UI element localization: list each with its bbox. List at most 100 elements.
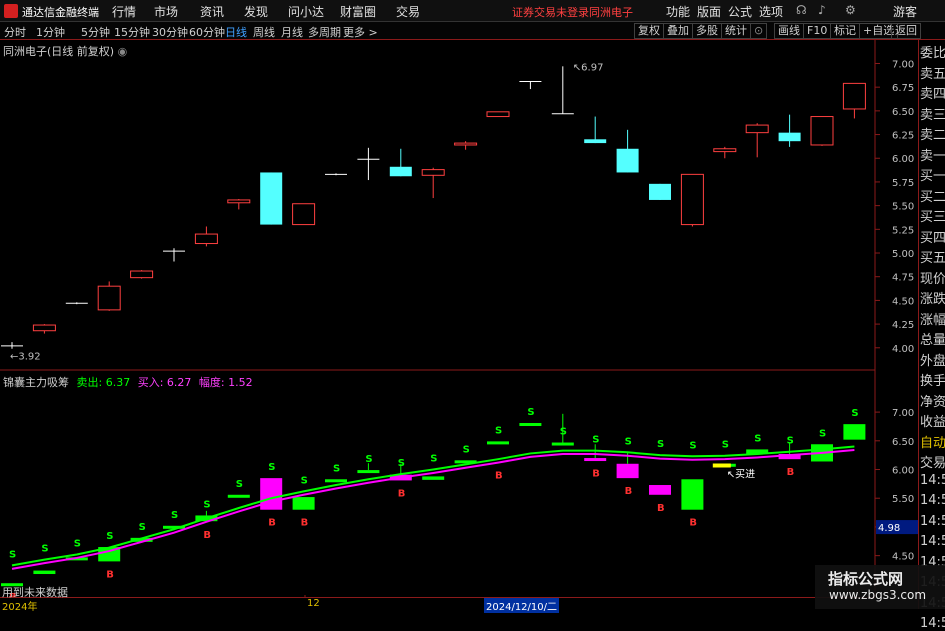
sell-signal-label: S (560, 427, 567, 438)
side-panel-item[interactable]: 涨幅 (920, 309, 945, 328)
menu-market[interactable]: 行情 (112, 3, 136, 20)
menu-assistant[interactable]: 问小达 (288, 3, 324, 20)
sell-signal-label: S (41, 544, 48, 555)
buy-signal-label: B (689, 518, 697, 529)
tool-mark[interactable]: 标记 (830, 23, 860, 39)
buy-signal-label: B (398, 488, 406, 499)
sell-signal-label: S (398, 458, 405, 469)
period-monthly[interactable]: 月线 (281, 24, 303, 40)
sell-signal-label: S (625, 436, 632, 447)
y-tick-label: 5.50 (892, 202, 914, 213)
side-panel-item[interactable]: 收益 (920, 411, 945, 430)
side-panel-item[interactable]: 14:56 (920, 616, 945, 631)
side-panel-item[interactable]: 现价 (920, 268, 945, 287)
date-cursor-label: 2024/12/10/二 (484, 598, 560, 613)
dropdown-icon[interactable]: ◉ (118, 45, 128, 58)
tool-multi-stock[interactable]: 多股 (692, 23, 722, 39)
signal-bar (519, 423, 542, 427)
menu-wealth[interactable]: 财富圈 (340, 3, 376, 20)
tool-overlay[interactable]: 叠加 (663, 23, 693, 39)
side-panel-item[interactable]: 买四 (920, 227, 945, 246)
min-price-label: ←3.92 (10, 351, 41, 362)
side-panel-item[interactable]: 卖一 (920, 145, 945, 164)
y-tick-label: 6.50 (892, 107, 914, 118)
period-bar: 分时 1分钟 5分钟 15分钟 30分钟 60分钟 日线 周线 月线 多周期 更… (0, 22, 945, 40)
period-daily[interactable]: 日线 (225, 24, 247, 40)
login-warning[interactable]: 证券交易未登录 (512, 4, 589, 20)
period-15min[interactable]: 15分钟 (114, 24, 150, 40)
candle-body (130, 270, 154, 279)
side-panel-item[interactable]: 14:56 (920, 473, 945, 488)
tool-stats[interactable]: 统计 (721, 23, 751, 39)
settings-icon[interactable]: ⚙ (845, 3, 856, 17)
candle-body (194, 233, 218, 245)
candle-body (584, 139, 607, 144)
menu-discover[interactable]: 发现 (244, 3, 268, 20)
period-multi[interactable]: 多周期 (308, 24, 341, 40)
candle-body (842, 82, 866, 110)
period-60min[interactable]: 60分钟 (189, 24, 225, 40)
side-panel-item[interactable]: 外盘 (920, 350, 945, 369)
date-axis: 用到未来数据 2024年 12 2024/12/10/二 (0, 586, 875, 613)
side-panel-item[interactable]: 卖四 (920, 83, 945, 102)
side-panel-item[interactable]: 交易 (920, 452, 945, 471)
sell-signal-label: S (592, 435, 599, 446)
period-30min[interactable]: 30分钟 (152, 24, 188, 40)
period-1min[interactable]: 1分钟 (36, 24, 65, 40)
period-5min[interactable]: 5分钟 (81, 24, 110, 40)
period-more[interactable]: 更多 > (343, 24, 378, 40)
candle-body (713, 148, 737, 153)
signal-bar (649, 485, 671, 495)
tool-draw[interactable]: ⊙ (750, 23, 768, 39)
quote-side-panel: 委比卖五 卖四卖三 卖二卖一 买一买二 买三买四 买五现价 涨跌涨幅 总量外盘 换手净资 收益自动… (918, 40, 945, 631)
sell-signal-label: S (333, 463, 340, 474)
side-panel-item[interactable]: 委比 (920, 42, 945, 61)
side-panel-item[interactable]: 14:56 (920, 493, 945, 508)
side-panel-item[interactable]: 卖二 (920, 124, 945, 143)
side-panel-item[interactable]: 买五 (920, 247, 945, 266)
side-panel-item[interactable]: 卖五 (920, 63, 945, 82)
tool-adjust[interactable]: 复权 (634, 23, 664, 39)
side-panel-item[interactable]: 涨跌 (920, 288, 945, 307)
signal-bar (325, 479, 347, 483)
menu-news[interactable]: 资讯 (200, 3, 224, 20)
candle-body (616, 148, 639, 173)
side-panel-item[interactable]: 换手 (920, 370, 945, 389)
chart-title: 同洲电子(日线 前复权) ◉ (3, 43, 127, 59)
buy-in-annotation: ↖买进 (727, 468, 755, 480)
menu-formula[interactable]: 公式 (728, 3, 752, 20)
buy-signal-label: B (301, 518, 309, 529)
side-panel-item[interactable]: 净资 (920, 391, 945, 410)
menu-board[interactable]: 市场 (154, 3, 178, 20)
menu-trade[interactable]: 交易 (396, 3, 420, 20)
kline-chart[interactable]: 7.00 6.75 6.50 6.25 6.00 5.75 5.50 5.25 5.00 4.75… (0, 40, 918, 597)
menu-function[interactable]: 功能 (666, 3, 690, 20)
side-panel-item[interactable]: 14:56 (920, 534, 945, 549)
period-weekly[interactable]: 周线 (253, 24, 275, 40)
side-panel-item[interactable]: 14:56 (920, 514, 945, 529)
side-panel-item[interactable]: 买三 (920, 206, 945, 225)
buy-signal-label: B (203, 530, 211, 541)
side-panel-item[interactable]: 买二 (920, 186, 945, 205)
tool-draw-line[interactable]: 画线 (774, 23, 804, 39)
side-panel-item[interactable]: 买一 (920, 165, 945, 184)
sell-signal-label: S (819, 428, 826, 439)
menu-layout[interactable]: 版面 (697, 3, 721, 20)
candle-body (486, 111, 510, 118)
candle-body (97, 285, 121, 311)
tool-back[interactable]: 返回 (891, 23, 921, 39)
bell-icon[interactable]: ♪ (818, 3, 826, 17)
sell-signal-label: S (527, 407, 534, 418)
headset-icon[interactable]: ☊ (796, 3, 807, 17)
sell-signal-label: S (301, 475, 308, 486)
sell-signal-label: S (365, 454, 372, 465)
indicator-name[interactable]: 锦囊主力吸筹 (3, 376, 69, 389)
menu-options[interactable]: 选项 (759, 3, 783, 20)
side-panel-item[interactable]: 自动 (920, 432, 945, 451)
tool-f10[interactable]: F10 (803, 23, 832, 39)
y-tick-label: 4.00 (892, 344, 914, 355)
period-intraday[interactable]: 分时 (4, 24, 26, 40)
side-panel-item[interactable]: 卖三 (920, 104, 945, 123)
side-panel-item[interactable]: 总量 (920, 329, 945, 348)
guest-user[interactable]: 游客 (893, 3, 917, 20)
